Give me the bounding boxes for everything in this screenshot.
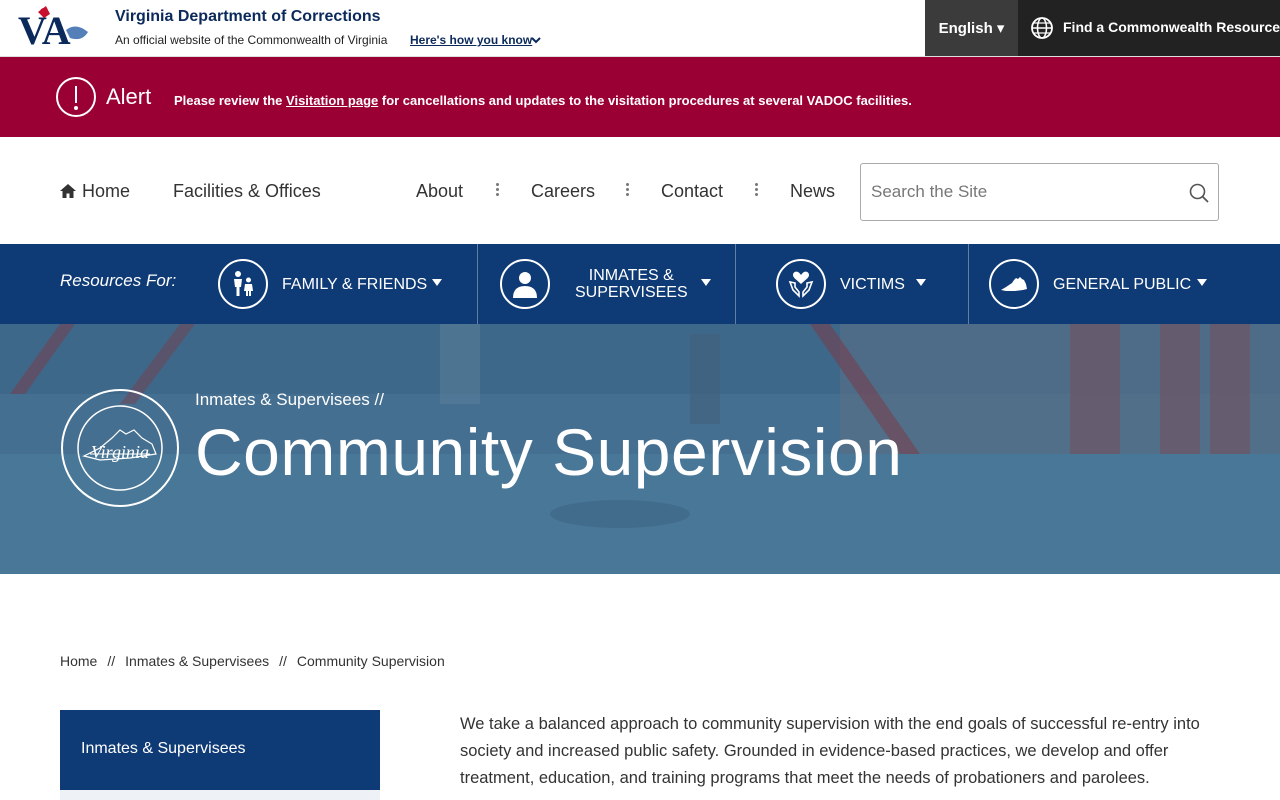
how-you-know-link[interactable]: Here's how you know [410,33,532,47]
resources-label: Resources For: [60,271,177,290]
gov-banner: VA Virginia Department of Corrections An… [0,0,1280,57]
doc-seal-icon: Virginia [61,389,179,507]
breadcrumb-current: Community Supervision [296,653,445,669]
breadcrumb: Home//Inmates & Supervisees//Community S… [60,653,445,669]
va-doc-logo-icon[interactable]: VA [18,4,94,48]
virginia-map-icon [989,259,1039,309]
main-navigation: Home Facilities & Offices About Careers … [0,137,1280,244]
alert-title: Alert [106,84,152,109]
nav-divider [626,183,630,197]
nav-contact[interactable]: Contact [661,181,723,202]
site-search [860,163,1219,221]
resource-family-label: FAMILY & FRIENDS [282,276,428,293]
hero-banner: Virginia Inmates & Supervisees // Commun… [0,324,1280,574]
resource-inmates-label: INMATES & SUPERVISEES [575,267,688,301]
resource-family-friends[interactable]: FAMILY & FRIENDS [218,244,476,324]
search-icon[interactable] [1188,182,1210,204]
resource-victims[interactable]: VICTIMS [776,244,966,324]
caret-down-icon [701,279,711,286]
nav-divider [755,183,759,197]
visitation-page-link[interactable]: Visitation page [286,93,378,108]
caret-down-icon [432,279,442,286]
sidenav-label: Inmates & Supervisees [81,740,246,757]
nav-divider [496,183,500,197]
intro-paragraph: We take a balanced approach to community… [460,715,1200,787]
resource-public-label: GENERAL PUBLIC [1053,276,1192,293]
caret-down-icon [1197,279,1207,286]
globe-icon [1031,17,1053,39]
nav-news[interactable]: News [790,181,835,202]
sidenav-next-item[interactable] [60,790,380,800]
agency-title[interactable]: Virginia Department of Corrections [115,8,381,26]
resource-label: Find a Commonwealth Resource [1063,19,1280,35]
alert-message: Please review the Visitation page for ca… [174,93,912,108]
home-icon[interactable] [60,184,76,198]
resource-victims-label: VICTIMS [840,276,905,293]
nav-home[interactable]: Home [82,181,130,202]
resource-general-public[interactable]: GENERAL PUBLIC [989,244,1219,324]
family-icon [218,259,268,309]
chevron-down-icon[interactable] [530,34,542,46]
svg-text:Virginia: Virginia [91,442,149,462]
nav-facilities[interactable]: Facilities & Offices [173,181,321,202]
breadcrumb-home[interactable]: Home [60,653,97,669]
caret-down-icon [916,279,926,286]
hero-breadcrumb[interactable]: Inmates & Supervisees // [195,390,384,410]
search-input[interactable] [871,178,1171,206]
commonwealth-resource-button[interactable]: Find a Commonwealth Resource [1018,0,1280,56]
resource-divider [735,244,736,324]
resource-divider [968,244,969,324]
sidenav-active-item[interactable]: Inmates & Supervisees [60,710,380,790]
resource-inmates-supervisees[interactable]: INMATES & SUPERVISEES [500,244,734,324]
language-selector[interactable]: English ▾ [925,0,1018,56]
heart-hands-icon [776,259,826,309]
person-icon [500,259,550,309]
alert-banner: Alert Please review the Visitation page … [0,57,1280,137]
nav-careers[interactable]: Careers [531,181,595,202]
page-title: Community Supervision [195,415,903,489]
alert-exclamation-icon [56,77,96,117]
nav-about[interactable]: About [416,181,463,202]
resource-divider [477,244,478,324]
breadcrumb-inmates[interactable]: Inmates & Supervisees [125,653,269,669]
resources-bar: Resources For: FAMILY & FRIENDS INMATES … [0,244,1280,324]
official-site-text: An official website of the Commonwealth … [115,33,388,47]
